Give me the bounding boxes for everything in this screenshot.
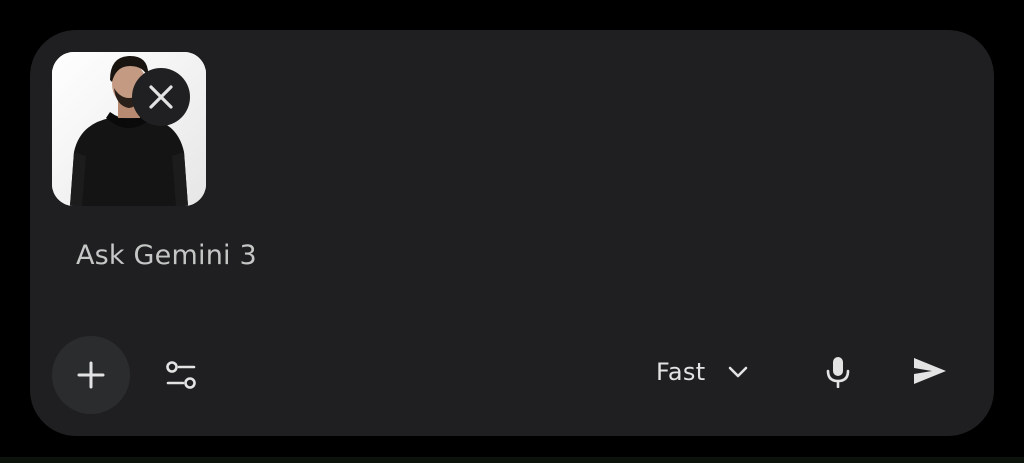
model-mode-label: Fast bbox=[656, 358, 706, 386]
send-icon bbox=[914, 358, 946, 384]
close-icon bbox=[149, 85, 173, 109]
send-button[interactable] bbox=[906, 348, 954, 396]
prompt-composer: Ask Gemini 3 Fast bbox=[30, 30, 994, 436]
attached-photo bbox=[52, 52, 206, 206]
prompt-input[interactable]: Ask Gemini 3 bbox=[76, 240, 257, 271]
add-button[interactable] bbox=[52, 336, 130, 414]
model-mode-dropdown[interactable]: Fast bbox=[656, 350, 749, 394]
voice-input-button[interactable] bbox=[816, 350, 860, 394]
prompt-placeholder: Ask Gemini 3 bbox=[76, 240, 257, 271]
plus-icon bbox=[77, 361, 105, 389]
chevron-down-icon bbox=[729, 366, 748, 378]
remove-attachment-button[interactable] bbox=[132, 68, 190, 126]
tools-button[interactable] bbox=[160, 354, 202, 396]
app-screen: Ask Gemini 3 Fast bbox=[0, 0, 1024, 463]
image-attachment-thumbnail[interactable] bbox=[52, 52, 206, 206]
tune-icon bbox=[166, 361, 196, 389]
mic-icon bbox=[826, 357, 850, 388]
bottom-edge bbox=[0, 457, 1024, 463]
